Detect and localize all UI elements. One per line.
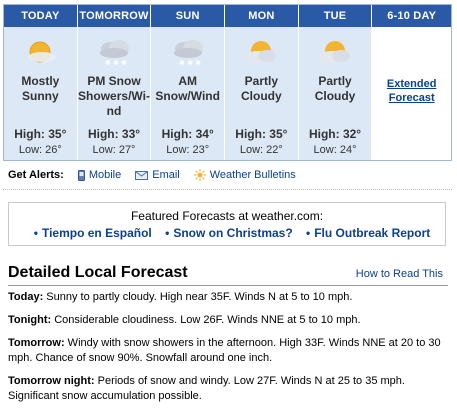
forecast-col-mon: MON Partly Cloudy High: 35° Low: 22° <box>225 5 299 160</box>
forecast-paragraph-today: Today: Sunny to partly cloudy. High near… <box>8 291 353 303</box>
sun-cloud-icon <box>20 37 60 67</box>
low-temp: Low: 23° <box>166 144 210 156</box>
low-temp: Low: 22° <box>239 144 283 156</box>
low-temp: Low: 24° <box>313 144 357 156</box>
condition-text: Partly Cloudy <box>314 74 356 103</box>
mobile-alert-link[interactable]: Mobile <box>77 169 121 181</box>
how-to-read-link[interactable]: How to Read This <box>356 268 443 280</box>
svg-text:✱ ✱ ✱: ✱ ✱ ✱ <box>105 59 127 67</box>
high-temp: High: 35° <box>14 127 67 141</box>
day-header: TODAY <box>4 5 77 27</box>
detailed-forecast-title: Detailed Local Forecast <box>8 264 188 281</box>
divider <box>8 285 448 286</box>
alerts-bar: Get Alerts: Mobile Email Weather Bulleti… <box>8 169 310 181</box>
weather-bulletins-link[interactable]: Weather Bulletins <box>193 169 296 181</box>
mobile-phone-icon <box>77 169 85 181</box>
forecast-paragraph-tonight: Tonight: Considerable cloudiness. Low 26… <box>8 314 361 326</box>
day-header: 6-10 DAY <box>372 5 451 27</box>
low-temp: Low: 26° <box>18 144 62 156</box>
sun-cloud-icon <box>315 37 355 67</box>
email-alert-link[interactable]: Email <box>135 169 180 181</box>
sun-burst-icon <box>193 169 206 181</box>
divider <box>3 189 452 190</box>
featured-links: • Tiempo en Español • Snow on Christmas? •… <box>33 226 431 240</box>
forecast-col-today: TODAY Mostly Sunny High: 35° Low: 26° <box>4 5 78 160</box>
snow-cloud-icon: ✱ ✱ ✱ <box>168 37 208 67</box>
forecast-col-tomorrow: TOMORROW ✱ ✱ ✱ PM Snow Showers/Wi-nd High… <box>77 5 152 160</box>
high-temp: High: 32° <box>308 127 362 141</box>
forecast-col-sun: SUN ✱ ✱ ✱ AM Snow/Wind High: 34° Low: 23° <box>151 5 226 160</box>
envelope-icon <box>135 170 149 180</box>
snow-cloud-icon: ✱ ✱ ✱ <box>94 37 134 67</box>
forecast-paragraph-tomorrow: Tomorrow: Windy with snow showers in the… <box>8 337 441 364</box>
day-header: MON <box>225 5 298 27</box>
day-header: TOMORROW <box>77 5 151 27</box>
featured-link-flu[interactable]: Flu Outbreak Report <box>314 226 430 240</box>
forecast-col-extended: 6-10 DAY Extended Forecast <box>372 5 451 160</box>
condition-text: PM Snow Showers/Wi-nd <box>78 74 150 118</box>
alerts-label: Get Alerts: <box>8 169 64 181</box>
svg-text:✱ ✱ ✱: ✱ ✱ ✱ <box>179 59 201 67</box>
condition-text: AM Snow/Wind <box>155 74 220 103</box>
high-temp: High: 35° <box>235 127 288 141</box>
sun-cloud-icon <box>241 37 281 67</box>
low-temp: Low: 27° <box>92 144 136 156</box>
featured-link-snow-christmas[interactable]: Snow on Christmas? <box>173 226 292 240</box>
condition-text: Partly Cloudy <box>241 74 282 103</box>
high-temp: High: 34° <box>161 127 214 141</box>
featured-title: Featured Forecasts at weather.com: <box>130 209 324 223</box>
condition-text: Mostly Sunny <box>21 74 60 103</box>
day-header: SUN <box>151 5 225 27</box>
forecast-paragraph-tomorrow-night: Tomorrow night: Periods of snow and wind… <box>8 375 405 402</box>
extended-forecast-link[interactable]: Extended Forecast <box>372 77 451 105</box>
high-temp: High: 33° <box>87 127 141 141</box>
forecast-col-tue: TUE Partly Cloudy High: 32° Low: 24° <box>298 5 373 160</box>
day-header: TUE <box>298 5 372 27</box>
forecast-grid: TODAY Mostly Sunny High: 35° Low: 26° TOM… <box>3 4 452 161</box>
featured-link-tiempo[interactable]: Tiempo en Español <box>42 226 152 240</box>
featured-forecasts-box: Featured Forecasts at weather.com: • Tiem… <box>8 202 446 246</box>
